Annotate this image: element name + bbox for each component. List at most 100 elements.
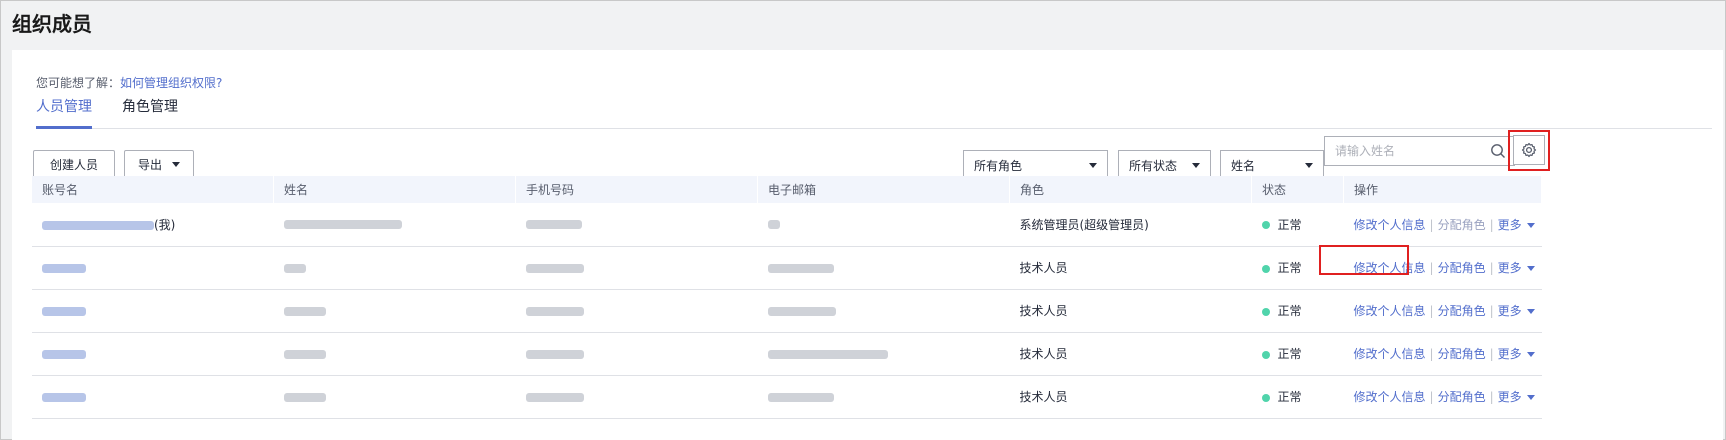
- more-menu-button[interactable]: 更多: [1498, 304, 1535, 318]
- actions-cell: 修改个人信息 | 分配角色 | 更多: [1344, 289, 1542, 332]
- account-cell[interactable]: [32, 375, 274, 418]
- more-menu-button[interactable]: 更多: [1498, 390, 1535, 404]
- col-name: 姓名: [273, 176, 516, 203]
- email-cell: [758, 289, 1010, 332]
- email-redacted: [767, 306, 836, 316]
- self-marker: (我): [154, 217, 176, 232]
- account-cell[interactable]: [32, 289, 274, 332]
- status-text: 正常: [1277, 261, 1302, 275]
- search-field-value: 姓名: [1231, 158, 1256, 173]
- account-cell[interactable]: [32, 332, 274, 375]
- name-redacted: [283, 220, 402, 230]
- table-row: 技术人员 正常 修改个人信息 | 分配角色 | 更多: [32, 289, 1542, 332]
- edit-info-link[interactable]: 修改个人信息: [1354, 218, 1426, 232]
- name-redacted: [283, 263, 306, 273]
- create-member-button[interactable]: 创建人员: [33, 150, 115, 178]
- phone-redacted: [525, 392, 584, 402]
- chevron-down-icon: [1526, 266, 1535, 271]
- help-hint: 您可能想了解：如何管理组织权限?: [36, 74, 222, 91]
- status-text: 正常: [1277, 390, 1302, 404]
- more-menu-button[interactable]: 更多: [1498, 261, 1535, 275]
- divider: |: [1429, 261, 1434, 275]
- phone-cell: [516, 375, 758, 418]
- email-cell: [758, 203, 1010, 246]
- phone-cell: [516, 289, 758, 332]
- gear-icon: [1521, 142, 1537, 158]
- status-text: 正常: [1277, 347, 1302, 361]
- name-cell: [274, 203, 516, 246]
- email-cell: [758, 332, 1010, 375]
- chevron-down-icon: [1192, 163, 1200, 168]
- edit-info-link[interactable]: 修改个人信息: [1354, 347, 1426, 361]
- status-dot-icon: [1261, 264, 1270, 273]
- col-actions: 操作: [1343, 176, 1542, 203]
- actions-cell: 修改个人信息 | 分配角色 | 更多: [1344, 246, 1542, 289]
- assign-role-link[interactable]: 分配角色: [1438, 347, 1486, 361]
- phone-cell: [516, 203, 758, 246]
- export-label: 导出: [137, 157, 162, 172]
- chevron-down-icon: [172, 161, 180, 167]
- role-cell: 技术人员: [1019, 304, 1068, 318]
- col-email: 电子邮箱: [757, 176, 1010, 203]
- account-cell[interactable]: (我): [32, 203, 274, 246]
- divider: |: [1489, 217, 1494, 232]
- phone-redacted: [525, 263, 584, 273]
- chevron-down-icon: [1089, 163, 1097, 168]
- page-title: 组织成员: [12, 12, 92, 36]
- phone-cell: [516, 332, 758, 375]
- account-link-redacted[interactable]: [42, 220, 154, 230]
- tab-member-management[interactable]: 人员管理: [36, 96, 92, 129]
- chevron-down-icon: [1526, 395, 1535, 400]
- more-label: 更多: [1497, 347, 1522, 361]
- name-cell: [274, 332, 516, 375]
- account-link-redacted[interactable]: [42, 306, 86, 316]
- account-link-redacted[interactable]: [42, 349, 86, 359]
- edit-info-link[interactable]: 修改个人信息: [1354, 261, 1426, 275]
- account-cell[interactable]: [32, 246, 274, 289]
- divider: |: [1429, 217, 1434, 232]
- col-role: 角色: [1009, 176, 1252, 203]
- col-account: 账号名: [32, 176, 274, 203]
- chevron-down-icon: [1526, 309, 1535, 314]
- status-cell: 正常: [1252, 289, 1344, 332]
- actions-cell: 修改个人信息 | 分配角色 | 更多: [1344, 332, 1542, 375]
- table-row: 技术人员 正常 修改个人信息 | 分配角色 | 更多: [32, 246, 1542, 289]
- status-dot-icon: [1261, 350, 1270, 359]
- email-redacted: [767, 349, 888, 359]
- assign-role-link[interactable]: 分配角色: [1438, 390, 1486, 404]
- members-table: 账号名 姓名 手机号码 电子邮箱 角色 状态 操作 (我) 系统管理员(超级管理…: [32, 176, 1542, 419]
- account-link-redacted[interactable]: [42, 263, 86, 273]
- tab-role-management[interactable]: 角色管理: [122, 96, 178, 126]
- status-cell: 正常: [1252, 332, 1344, 375]
- status-dot-icon: [1261, 393, 1270, 402]
- phone-cell: [516, 246, 758, 289]
- edit-info-link[interactable]: 修改个人信息: [1354, 304, 1426, 318]
- more-menu-button[interactable]: 更多: [1498, 347, 1535, 361]
- export-button[interactable]: 导出: [124, 150, 194, 178]
- divider: |: [1489, 390, 1494, 404]
- divider: |: [1429, 304, 1434, 318]
- role-cell: 技术人员: [1019, 347, 1068, 361]
- account-link-redacted[interactable]: [42, 392, 86, 402]
- column-settings-button[interactable]: [1513, 135, 1545, 165]
- hint-link[interactable]: 如何管理组织权限?: [120, 76, 222, 90]
- edit-info-link[interactable]: 修改个人信息: [1354, 390, 1426, 404]
- phone-redacted: [525, 306, 584, 316]
- divider: |: [1489, 347, 1494, 361]
- assign-role-link[interactable]: 分配角色: [1438, 261, 1486, 275]
- name-redacted: [283, 349, 326, 359]
- table-row: (我) 系统管理员(超级管理员) 正常 修改个人信息 | 分配角色 | 更多: [32, 203, 1542, 246]
- actions-cell: 修改个人信息 | 分配角色 | 更多: [1344, 375, 1542, 418]
- status-select-value: 所有状态: [1129, 158, 1178, 173]
- more-menu-button[interactable]: 更多: [1498, 218, 1535, 232]
- status-cell: 正常: [1252, 246, 1344, 289]
- search-icon[interactable]: [1490, 143, 1506, 159]
- table-row: 技术人员 正常 修改个人信息 | 分配角色 | 更多: [32, 332, 1542, 375]
- search-input[interactable]: [1325, 137, 1487, 165]
- table-row: 技术人员 正常 修改个人信息 | 分配角色 | 更多: [32, 375, 1542, 418]
- assign-role-link[interactable]: 分配角色: [1438, 304, 1486, 318]
- col-status: 状态: [1251, 176, 1344, 203]
- name-redacted: [283, 392, 326, 402]
- create-member-label: 创建人员: [49, 157, 98, 172]
- status-text: 正常: [1277, 217, 1302, 232]
